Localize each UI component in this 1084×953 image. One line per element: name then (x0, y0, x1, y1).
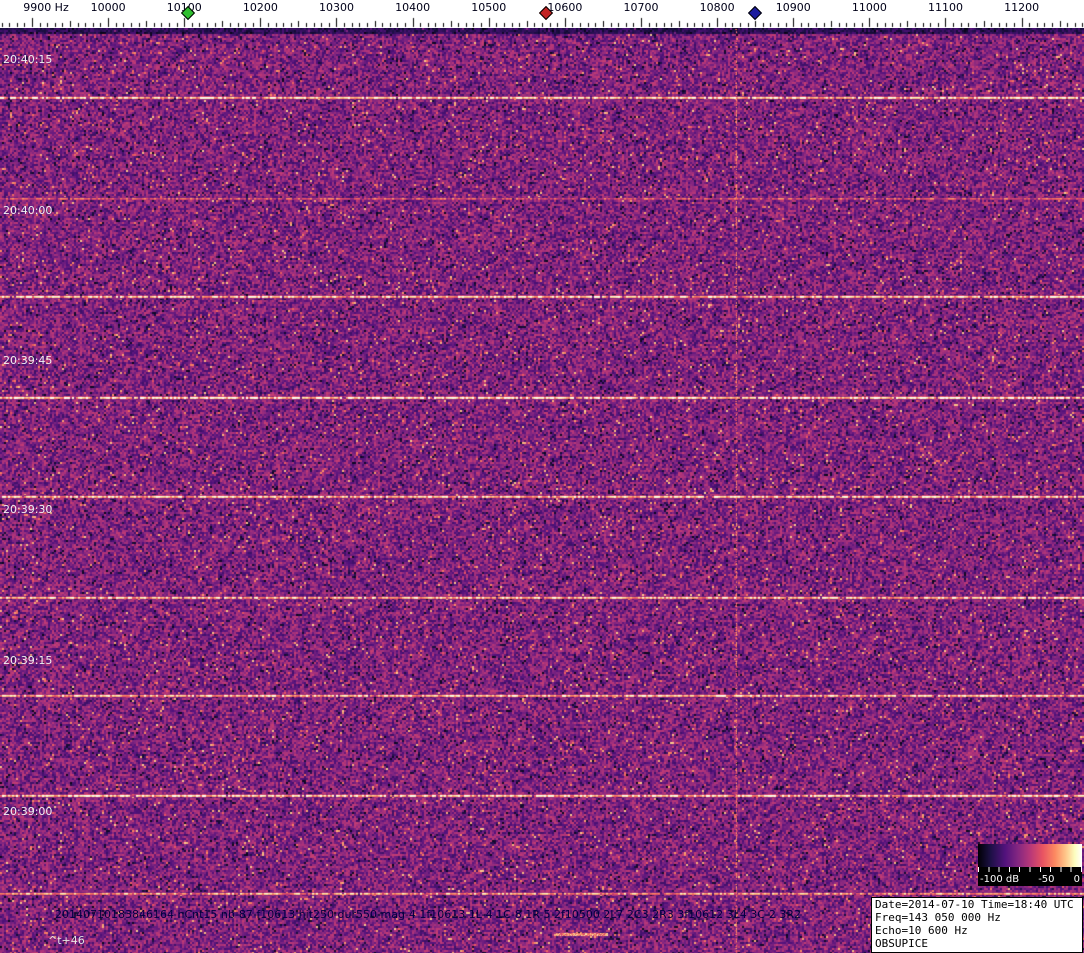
corner-status-text: ^t+46 (48, 934, 85, 947)
time-label: 20:39:00 (3, 805, 53, 818)
info-station: OBSUPICE (875, 937, 928, 950)
freq-label: 11000 (851, 1, 887, 14)
freq-label: 10800 (699, 1, 735, 14)
colorbar-labels: -100 dB -50 0 (978, 872, 1082, 886)
freq-label: 10500 (471, 1, 507, 14)
spectrogram-area: 20:40:15 20:40:00 20:39:45 20:39:30 20:39:15… (0, 28, 1084, 953)
colorbar-label-mid: -50 (1038, 873, 1055, 885)
freq-label: 10400 (395, 1, 431, 14)
freq-label: 10000 (90, 1, 126, 14)
freq-label: 9900 Hz (23, 1, 69, 14)
freq-label: 10700 (623, 1, 659, 14)
info-echo: Echo=10 600 Hz (875, 924, 968, 937)
frequency-ruler: 9900 Hz 10000 10100 10200 10300 10400 10500 106… (0, 0, 1084, 28)
time-label: 20:40:00 (3, 204, 53, 217)
freq-label: 10900 (775, 1, 811, 14)
info-frequency: Freq=143 050 000 Hz (875, 911, 1001, 924)
time-label: 20:39:30 (3, 503, 53, 516)
spectrogram-app: 9900 Hz 10000 10100 10200 10300 10400 10500 106… (0, 0, 1084, 953)
freq-label: 10300 (318, 1, 354, 14)
colorbar-gradient (978, 844, 1082, 867)
time-label: 20:39:15 (3, 654, 53, 667)
info-box: Date=2014-07-10 Time=18:40 UTC Freq=143 … (871, 897, 1083, 953)
colorbar-label-max: 0 (1073, 873, 1080, 885)
info-date-time: Date=2014-07-10 Time=18:40 UTC (875, 898, 1074, 911)
freq-label: 10200 (242, 1, 278, 14)
spectrogram-canvas[interactable] (0, 28, 1084, 953)
freq-label: 11100 (927, 1, 963, 14)
colorbar-legend: -100 dB -50 0 (978, 844, 1082, 886)
detection-status-text: 20140710183846164 hCnt15 nb-87 f10613 hi… (55, 908, 802, 921)
freq-label: 11200 (1004, 1, 1040, 14)
colorbar-label-min: -100 dB (980, 873, 1020, 885)
time-label: 20:39:45 (3, 354, 53, 367)
time-label: 20:40:15 (3, 53, 53, 66)
